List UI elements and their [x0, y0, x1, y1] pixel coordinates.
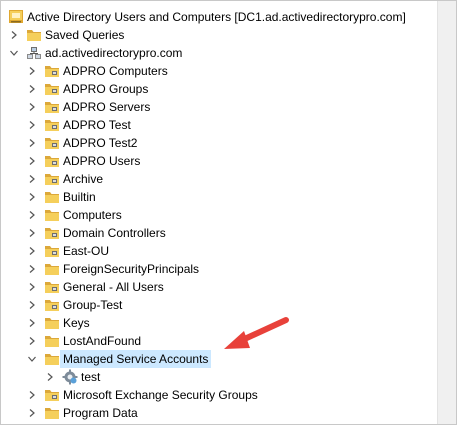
chevron-right-icon[interactable] — [26, 386, 38, 404]
tree-item[interactable]: Program Data — [1, 404, 437, 422]
tree-item-label: Computers — [63, 208, 122, 222]
chevron-right-icon[interactable] — [26, 314, 38, 332]
folder-icon — [44, 189, 60, 205]
ou-icon — [44, 81, 60, 97]
tree-item-label: Archive — [63, 172, 104, 186]
tree-item-label: Domain Controllers — [63, 226, 166, 240]
tree-item-label: ADPRO Groups — [63, 82, 149, 96]
tree-item[interactable]: East-OU — [1, 242, 437, 260]
tree-item[interactable]: Domain Controllers — [1, 224, 437, 242]
tree-item[interactable]: test — [1, 368, 437, 386]
tree-item-label: Microsoft Exchange Security Groups — [63, 388, 258, 402]
tree-item-label: East-OU — [63, 244, 110, 258]
folder-icon — [44, 261, 60, 277]
ou-icon — [44, 99, 60, 115]
tree-item[interactable]: ADPRO Computers — [1, 62, 437, 80]
chevron-down-icon[interactable] — [26, 350, 38, 368]
tree-item-label: Program Data — [63, 406, 138, 420]
tree-item-label: Saved Queries — [45, 28, 125, 42]
tree-item-label: LostAndFound — [63, 334, 142, 348]
tree-item[interactable]: ad.activedirectorypro.com — [1, 44, 437, 62]
chevron-right-icon[interactable] — [26, 206, 38, 224]
tree-item[interactable]: General - All Users — [1, 278, 437, 296]
tree-item-label: Builtin — [63, 190, 96, 204]
tree-item[interactable]: ADPRO Test2 — [1, 134, 437, 152]
tree-item[interactable]: Group-Test — [1, 296, 437, 314]
tree-item-label: ADPRO Test — [63, 118, 131, 132]
chevron-right-icon[interactable] — [26, 296, 38, 314]
chevron-right-icon[interactable] — [26, 404, 38, 422]
chevron-right-icon[interactable] — [26, 242, 38, 260]
chevron-right-icon[interactable] — [26, 260, 38, 278]
tree-item[interactable]: ForeignSecurityPrincipals — [1, 260, 437, 278]
tree-item[interactable]: ADPRO Users — [1, 152, 437, 170]
chevron-right-icon[interactable] — [44, 368, 56, 386]
tree-item-label: ADPRO Computers — [63, 64, 168, 78]
chevron-right-icon[interactable] — [26, 278, 38, 296]
ou-icon — [44, 279, 60, 295]
tree-item[interactable]: Archive — [1, 170, 437, 188]
folder-icon — [44, 405, 60, 421]
tree-item[interactable]: Managed Service Accounts — [1, 350, 437, 368]
tree-item-label: ad.activedirectorypro.com — [45, 46, 183, 60]
tree-item-label: test — [81, 370, 101, 384]
tree-panel: Active Directory Users and Computers [DC… — [0, 0, 457, 425]
chevron-right-icon[interactable] — [26, 152, 38, 170]
ou-icon — [44, 63, 60, 79]
tree-item-label: Managed Service Accounts — [60, 350, 212, 368]
tree-item[interactable]: Active Directory Users and Computers [DC… — [1, 8, 437, 26]
ou-icon — [44, 243, 60, 259]
chevron-right-icon[interactable] — [8, 26, 20, 44]
tree-item-label: General - All Users — [63, 280, 164, 294]
chevron-right-icon[interactable] — [26, 80, 38, 98]
tree-item-label: ForeignSecurityPrincipals — [63, 262, 200, 276]
folder-icon — [44, 315, 60, 331]
tree-item-label: ADPRO Test2 — [63, 136, 138, 150]
ou-icon — [44, 117, 60, 133]
domain-icon — [26, 45, 42, 61]
ou-icon — [44, 387, 60, 403]
tree-item[interactable]: Saved Queries — [1, 26, 437, 44]
ou-icon — [44, 171, 60, 187]
tree-item[interactable]: LostAndFound — [1, 332, 437, 350]
tree-item-label: Group-Test — [63, 298, 123, 312]
chevron-right-icon[interactable] — [26, 134, 38, 152]
folder-icon — [44, 207, 60, 223]
tree-item-label: ADPRO Users — [63, 154, 141, 168]
tree-item[interactable]: ADPRO Test — [1, 116, 437, 134]
ou-icon — [44, 225, 60, 241]
tree-item-label: Keys — [63, 316, 90, 330]
tree-item[interactable]: Microsoft Exchange Security Groups — [1, 386, 437, 404]
console-tree: Active Directory Users and Computers [DC… — [1, 1, 437, 424]
tree-item[interactable]: Keys — [1, 314, 437, 332]
chevron-right-icon[interactable] — [26, 188, 38, 206]
red-arrow-annotation — [224, 317, 289, 349]
vertical-scrollbar[interactable] — [437, 1, 456, 424]
tree-item-label: ADPRO Servers — [63, 100, 151, 114]
chevron-right-icon[interactable] — [26, 62, 38, 80]
tree-item[interactable]: Computers — [1, 206, 437, 224]
service-account-icon — [62, 369, 78, 385]
chevron-right-icon[interactable] — [26, 332, 38, 350]
folder-icon — [44, 351, 60, 367]
chevron-right-icon[interactable] — [26, 98, 38, 116]
aduc-console-icon — [8, 9, 24, 25]
tree-item-label: Active Directory Users and Computers [DC… — [27, 10, 406, 24]
ou-icon — [44, 297, 60, 313]
folder-icon — [44, 333, 60, 349]
chevron-right-icon[interactable] — [26, 224, 38, 242]
tree-item[interactable]: ADPRO Servers — [1, 98, 437, 116]
chevron-right-icon[interactable] — [26, 116, 38, 134]
chevron-down-icon[interactable] — [8, 44, 20, 62]
chevron-right-icon[interactable] — [26, 170, 38, 188]
folder-icon — [26, 27, 42, 43]
tree-item[interactable]: ADPRO Groups — [1, 80, 437, 98]
ou-icon — [44, 135, 60, 151]
tree-item[interactable]: Builtin — [1, 188, 437, 206]
ou-icon — [44, 153, 60, 169]
